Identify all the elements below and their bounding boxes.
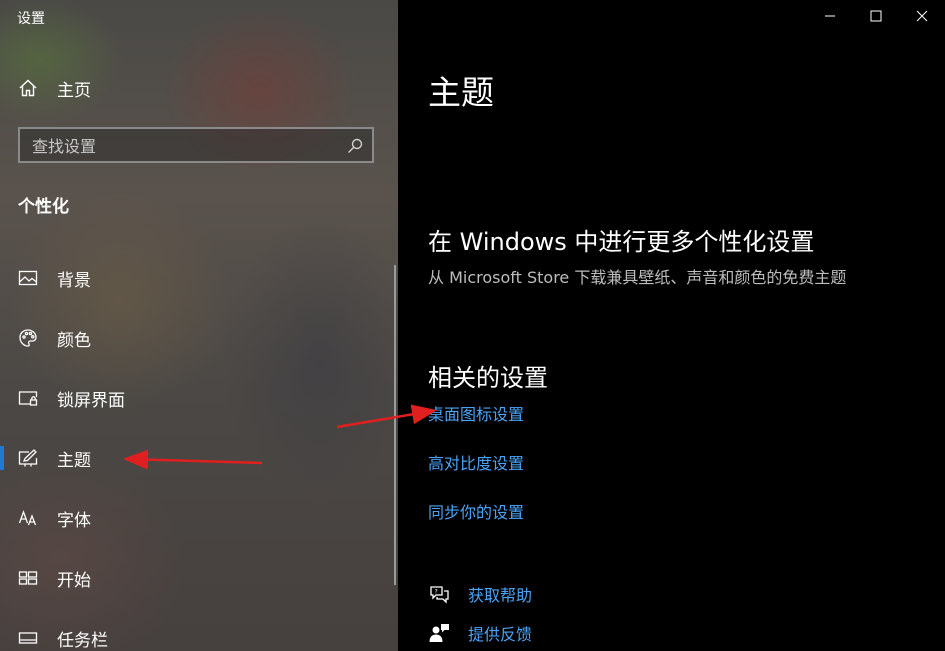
desktop-icon-settings-link[interactable]: 桌面图标设置 xyxy=(428,401,524,425)
feedback-icon xyxy=(428,622,450,644)
related-settings-heading: 相关的设置 xyxy=(428,364,548,392)
sidebar-item-label: 背景 xyxy=(57,270,91,291)
sidebar-scrollbar[interactable] xyxy=(394,265,396,585)
page-title: 主题 xyxy=(428,73,494,112)
sidebar-item-colors[interactable]: 颜色 xyxy=(0,308,398,368)
sidebar: 设置 主页 个性化 背景 xyxy=(0,0,398,651)
sidebar-item-fonts[interactable]: 字体 xyxy=(0,488,398,548)
help-chat-icon: ? xyxy=(428,583,450,605)
svg-text:?: ? xyxy=(435,589,438,596)
sidebar-item-label: 字体 xyxy=(57,510,91,531)
sidebar-item-label: 任务栏 xyxy=(57,630,108,651)
sidebar-item-start[interactable]: 开始 xyxy=(0,548,398,608)
main-content: 主题 在 Windows 中进行更多个性化设置 从 Microsoft Stor… xyxy=(398,0,945,651)
get-help-label: 获取帮助 xyxy=(468,586,533,605)
sidebar-item-label: 主页 xyxy=(57,80,91,101)
search-icon[interactable] xyxy=(346,137,364,155)
sidebar-item-label: 开始 xyxy=(57,570,91,591)
sidebar-item-background[interactable]: 背景 xyxy=(0,248,398,308)
get-help-link[interactable]: ? 获取帮助 xyxy=(428,582,532,606)
home-icon xyxy=(17,77,39,99)
sidebar-item-label: 主题 xyxy=(57,450,91,471)
picture-icon xyxy=(17,267,39,289)
minimize-button[interactable] xyxy=(807,0,853,32)
font-icon xyxy=(17,507,39,529)
close-button[interactable] xyxy=(899,0,945,32)
taskbar-icon xyxy=(17,627,39,649)
sidebar-item-taskbar[interactable]: 任务栏 xyxy=(0,608,398,651)
search-box[interactable] xyxy=(18,127,374,163)
sync-settings-link[interactable]: 同步你的设置 xyxy=(428,499,524,523)
section-title: 个性化 xyxy=(18,197,69,217)
promo-heading: 在 Windows 中进行更多个性化设置 xyxy=(428,228,815,256)
sidebar-nav: 背景 颜色 锁屏界面 主题 字体 开始 任务栏 xyxy=(0,248,398,651)
lockscreen-icon xyxy=(17,387,39,409)
maximize-button[interactable] xyxy=(853,0,899,32)
feedback-link[interactable]: 提供反馈 xyxy=(428,621,532,645)
sidebar-item-home[interactable]: 主页 xyxy=(0,70,398,106)
search-input[interactable] xyxy=(32,135,332,157)
sidebar-item-themes[interactable]: 主题 xyxy=(0,428,398,488)
window-controls xyxy=(807,0,945,32)
maximize-icon xyxy=(870,7,882,26)
palette-icon xyxy=(17,327,39,349)
start-icon xyxy=(17,567,39,589)
sidebar-item-label: 颜色 xyxy=(57,330,91,351)
close-icon xyxy=(916,7,928,26)
app-title: 设置 xyxy=(17,11,45,27)
promo-text[interactable]: 从 Microsoft Store 下载兼具壁纸、声音和颜色的免费主题 xyxy=(428,264,846,288)
sidebar-item-label: 锁屏界面 xyxy=(57,390,125,411)
high-contrast-settings-link[interactable]: 高对比度设置 xyxy=(428,450,524,474)
sidebar-item-lockscreen[interactable]: 锁屏界面 xyxy=(0,368,398,428)
theme-brush-icon xyxy=(17,447,39,469)
minimize-icon xyxy=(824,7,836,26)
feedback-label: 提供反馈 xyxy=(468,625,533,644)
